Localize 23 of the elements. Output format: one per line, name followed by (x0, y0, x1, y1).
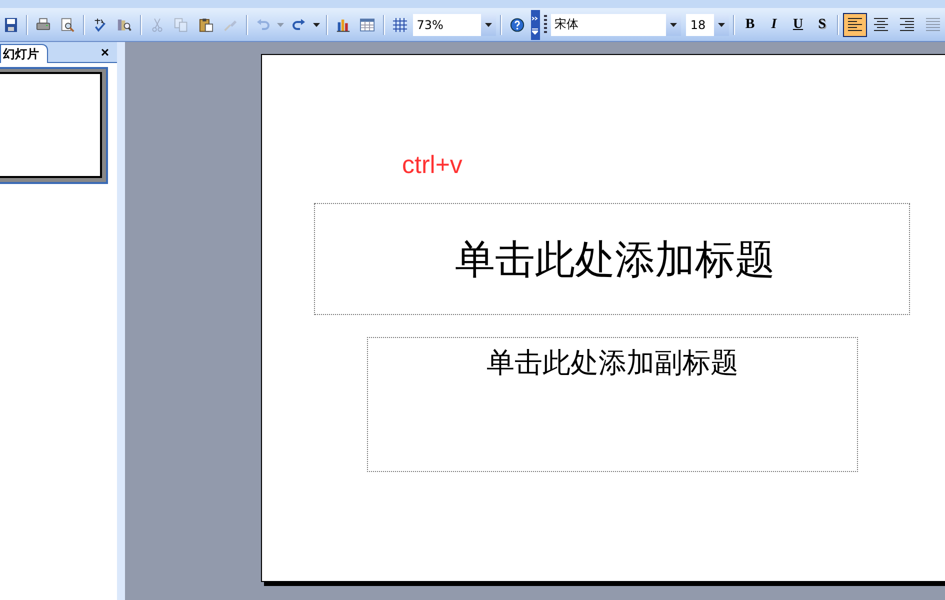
align-button[interactable] (842, 12, 867, 36)
slides-tab[interactable]: 幻灯片 (0, 44, 48, 63)
title-placeholder[interactable]: 单击此处添加标题 (314, 203, 910, 315)
font-dropdown[interactable]: 宋体 (550, 14, 682, 36)
caret-icon (670, 22, 678, 26)
slide-thumbnail[interactable] (0, 67, 108, 184)
font-size-dropdown[interactable]: 18 (686, 14, 730, 36)
pasted-text: ctrl+v (402, 150, 464, 180)
align-left-icon (848, 18, 862, 31)
align-right-icon (900, 18, 914, 31)
caret-icon (718, 22, 726, 26)
justify-icon (926, 18, 940, 31)
format-button[interactable]: S (811, 12, 833, 36)
format-button[interactable]: B (739, 12, 761, 36)
subtitle-placeholder[interactable]: 单击此处添加副标题 (367, 337, 858, 472)
format-button[interactable]: U (787, 12, 809, 36)
caret-icon (485, 22, 492, 26)
close-button[interactable]: × (92, 44, 117, 62)
toolbar-options-button[interactable] (530, 10, 540, 40)
zoom-dropdown[interactable]: 73% (412, 14, 496, 36)
format-button[interactable]: I (763, 12, 785, 36)
toolbar-grip[interactable] (544, 14, 547, 34)
align-center-icon (874, 18, 888, 31)
